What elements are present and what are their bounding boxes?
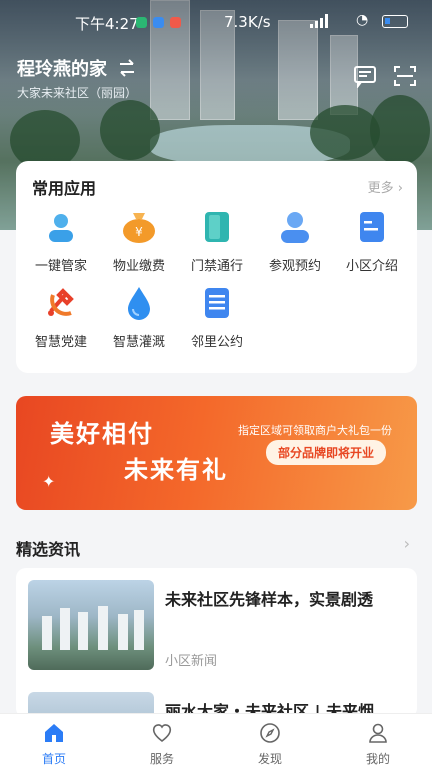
banner-title-1: 美好相付 bbox=[50, 420, 154, 448]
butler-icon bbox=[43, 209, 79, 245]
network-speed: 7.3K/s bbox=[224, 13, 271, 31]
common-apps-card: 常用应用 更多 › 一键管家 ¥ 物业缴费 门禁通行 参观预约 小区介绍 智慧党… bbox=[16, 161, 417, 373]
door-access-icon bbox=[199, 209, 235, 245]
neighbor-convention-icon bbox=[199, 285, 235, 321]
community-intro-icon bbox=[354, 209, 390, 245]
news-thumbnail[interactable] bbox=[28, 580, 154, 670]
heart-icon bbox=[152, 724, 172, 743]
status-bar: 下午4:27 7.3K/s ◔ bbox=[0, 0, 432, 40]
banner-badge: 部分品牌即将开业 bbox=[266, 440, 387, 465]
compass-icon bbox=[260, 723, 280, 743]
chevron-right-icon[interactable]: › bbox=[404, 534, 410, 553]
scan-icon[interactable] bbox=[393, 64, 417, 88]
app-payment[interactable]: ¥ 物业缴费 bbox=[99, 209, 179, 274]
promo-banner[interactable]: 美好相付 未来有礼 指定区域可领取商户大礼包一份 部分品牌即将开业 ✦ bbox=[16, 396, 417, 510]
home-switcher[interactable]: 程玲燕的家 bbox=[17, 55, 137, 81]
common-apps-title: 常用应用 bbox=[32, 179, 97, 198]
tab-mine[interactable]: 我的 bbox=[324, 714, 432, 768]
irrigation-icon bbox=[121, 285, 157, 321]
message-icon[interactable] bbox=[353, 64, 377, 88]
app-notification-icon bbox=[170, 17, 181, 28]
app-party-building[interactable]: 智慧党建 bbox=[21, 285, 101, 350]
news-title[interactable]: 未来社区先锋样本，实景剧透 bbox=[165, 586, 405, 610]
tab-service[interactable]: 服务 bbox=[108, 714, 216, 768]
app-door-access[interactable]: 门禁通行 bbox=[177, 209, 257, 274]
payment-icon: ¥ bbox=[121, 209, 157, 245]
news-source: 小区新闻 bbox=[165, 654, 218, 669]
visit-reservation-icon bbox=[277, 209, 313, 245]
app-neighbor-convention[interactable]: 邻里公约 bbox=[177, 285, 257, 350]
app-notification-icon bbox=[136, 17, 147, 28]
tab-home[interactable]: 首页 bbox=[0, 714, 108, 768]
profile-icon bbox=[369, 723, 387, 743]
app-visit-reservation[interactable]: 参观预约 bbox=[255, 209, 335, 274]
news-list: 未来社区先锋样本，实景剧透 小区新闻 丽水大家・未来社区 | 未来烟 bbox=[16, 568, 417, 718]
banner-title-2: 未来有礼 bbox=[124, 456, 228, 484]
battery-icon bbox=[382, 15, 408, 28]
party-building-icon bbox=[43, 285, 79, 321]
wifi-icon: ◔ bbox=[356, 12, 369, 28]
news-section-title: 精选资讯 bbox=[16, 540, 81, 559]
app-community-intro[interactable]: 小区介绍 bbox=[332, 209, 412, 274]
home-name: 程玲燕的家 bbox=[17, 59, 107, 80]
svg-text:¥: ¥ bbox=[135, 225, 143, 239]
bottom-tab-bar: 首页 服务 发现 我的 bbox=[0, 713, 432, 768]
app-irrigation[interactable]: 智慧灌溉 bbox=[99, 285, 179, 350]
sparkle-icon: ✦ bbox=[42, 472, 56, 491]
app-butler[interactable]: 一键管家 bbox=[21, 209, 101, 274]
tab-discover[interactable]: 发现 bbox=[216, 714, 324, 768]
notification-icons bbox=[136, 17, 181, 28]
home-icon bbox=[45, 724, 63, 742]
banner-caption: 指定区域可领取商户大礼包一份 bbox=[238, 424, 392, 437]
app-notification-icon bbox=[153, 17, 164, 28]
signal-icon bbox=[310, 14, 328, 28]
switch-arrows-icon bbox=[120, 59, 134, 77]
status-time: 下午4:27 bbox=[75, 15, 139, 33]
more-button[interactable]: 更多 › bbox=[368, 177, 403, 196]
community-name: 大家未来社区（丽园） bbox=[17, 86, 138, 100]
